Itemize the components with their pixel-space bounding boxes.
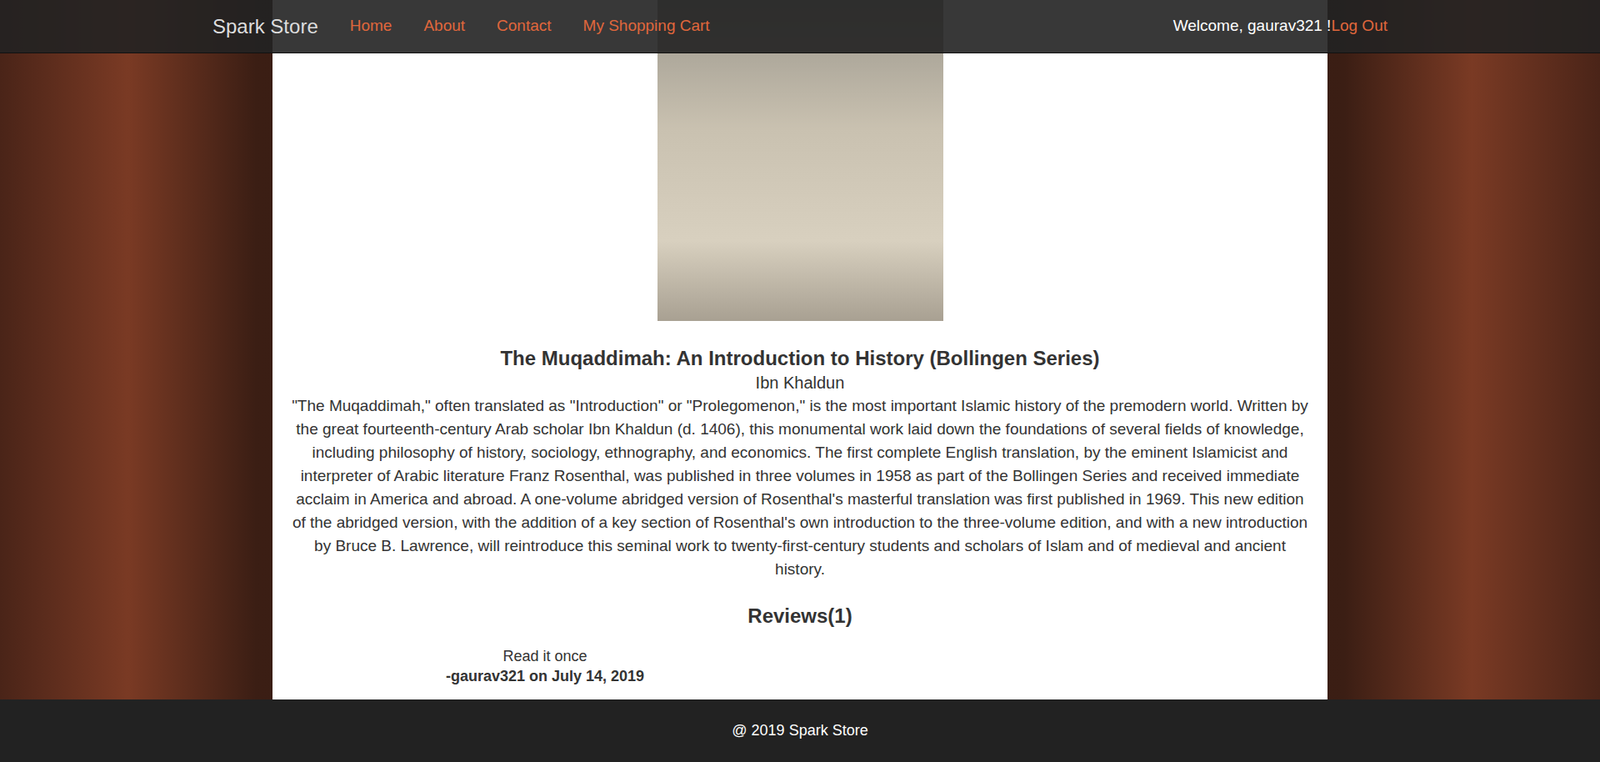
welcome-text: Welcome, gaurav321 ! [1173, 14, 1332, 39]
nav-link[interactable]: My Shopping Cart [567, 14, 726, 39]
page: The Muqaddimah: An Introduction to Histo… [0, 0, 1600, 762]
nav-link[interactable]: About [407, 14, 481, 39]
book-title: The Muqaddimah: An Introduction to Histo… [500, 345, 1100, 371]
reviews-list: Read it once-gaurav321 on July 14, 2019 [272, 645, 818, 686]
logout-link[interactable]: Log Out [1330, 14, 1388, 39]
content-panel: The Muqaddimah: An Introduction to Histo… [272, 0, 1328, 762]
reviews-heading: Reviews(1) [747, 602, 852, 630]
nav-link[interactable]: Home [334, 14, 409, 39]
navbar: Spark Store HomeAboutContactMy Shopping C… [0, 0, 1600, 54]
review-byline: -gaurav321 on July 14, 2019 [272, 665, 818, 686]
book-author: Ibn Khaldun [755, 370, 845, 395]
review-item: Read it once-gaurav321 on July 14, 2019 [272, 645, 818, 686]
nav-link[interactable]: Contact [480, 14, 567, 39]
footer-text: @ 2019 Spark Store [731, 719, 868, 742]
brand[interactable]: Spark Store [212, 11, 319, 42]
book-description: "The Muqaddimah," often translated as "I… [272, 394, 1328, 581]
review-text: Read it once [272, 645, 818, 666]
footer: @ 2019 Spark Store [0, 699, 1600, 762]
